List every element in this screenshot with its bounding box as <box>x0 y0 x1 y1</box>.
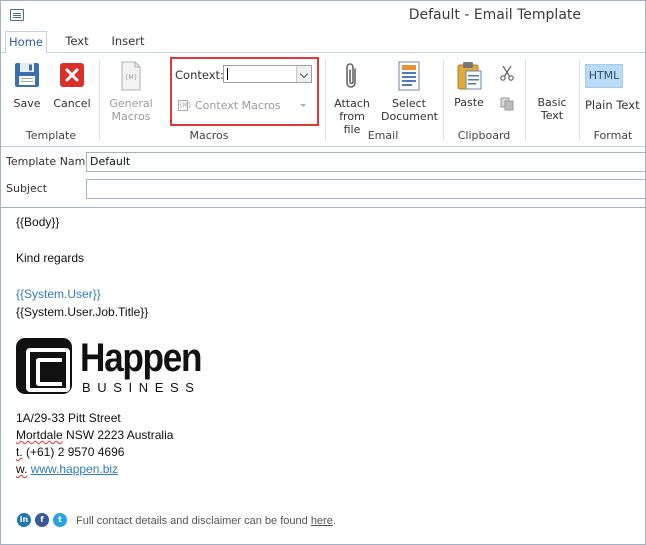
template-name-row: Template Name Default <box>1 150 645 174</box>
system-user-token: {{System.User}} <box>16 287 101 301</box>
ribbon-tabs: Home Text Insert <box>1 31 645 53</box>
footer-end: . <box>332 515 336 527</box>
linkedin-icon[interactable]: in <box>17 513 31 527</box>
subject-row: Subject <box>1 177 645 201</box>
template-name-label: Template Name <box>6 155 93 168</box>
macro-document-icon: {M} <box>121 61 141 91</box>
email-body-editor[interactable]: {{Body}} Kind regards {{System.User}} {{… <box>1 208 645 544</box>
tab-insert[interactable]: Insert <box>105 31 151 53</box>
group-label-template: Template <box>25 129 77 142</box>
ribbon: Save Cancel Template {M} General Macros … <box>1 52 645 147</box>
web-prefix: w. <box>16 462 28 476</box>
ribbon-separator <box>99 59 100 141</box>
ribbon-separator <box>525 59 526 141</box>
copy-button[interactable] <box>498 97 516 114</box>
red-x-icon <box>60 63 84 87</box>
context-label: Context: <box>175 68 224 82</box>
footer-disclaimer: Full contact details and disclaimer can … <box>76 515 336 527</box>
dropdown-arrow-icon <box>300 104 306 107</box>
save-label: Save <box>13 97 41 110</box>
footer-here-link[interactable]: here <box>311 515 333 527</box>
email-template-window: Default - Email Template Home Text Inser… <box>0 0 646 545</box>
basic-text-label-2: Text <box>540 109 564 122</box>
cancel-button[interactable]: Cancel <box>52 61 92 110</box>
save-button[interactable]: Save <box>8 61 46 110</box>
paperclip-icon <box>346 63 356 88</box>
group-label-email: Email <box>367 129 399 142</box>
title-bar: Default - Email Template <box>1 1 645 31</box>
twitter-icon[interactable]: t <box>53 513 67 527</box>
subject-field[interactable] <box>86 179 645 199</box>
cut-button[interactable] <box>497 65 517 84</box>
group-label-macros: Macros <box>189 129 229 142</box>
address-rest: NSW 2223 Australia <box>62 428 174 442</box>
tab-home[interactable]: Home <box>5 31 47 53</box>
select-document-label-2: Document <box>381 110 438 123</box>
plain-text-button[interactable]: Plain Text <box>585 99 645 112</box>
copy-icon <box>500 97 514 111</box>
logo-wordmark: Happen <box>80 336 202 380</box>
context-highlight-box: Context: {M} Context Macros <box>170 57 319 126</box>
tab-text[interactable]: Text <box>57 31 97 53</box>
general-macros-button[interactable]: {M} General Macros <box>105 61 157 123</box>
clipboard-icon <box>457 62 482 90</box>
footer-text: Full contact details and disclaimer can … <box>76 515 311 527</box>
facebook-icon[interactable]: f <box>35 513 49 527</box>
context-macros-label: Context Macros <box>195 99 281 112</box>
phone-number: (+61) 2 9570 4696 <box>22 445 125 459</box>
logo-subtitle: BUSINESS <box>82 380 201 395</box>
web-line: w. www.happen.biz <box>16 462 118 476</box>
body-placeholder: {{Body}} <box>16 215 60 229</box>
macro-icon: {M} <box>178 100 192 111</box>
plain-text-label: Plain Text <box>585 98 640 112</box>
ribbon-separator <box>443 59 444 141</box>
happen-business-logo: Happen BUSINESS <box>16 336 206 398</box>
general-macros-label-1: General <box>109 97 153 110</box>
general-macros-label-2: Macros <box>111 110 151 123</box>
phone-prefix: t. <box>16 445 23 459</box>
phone-line: t. (+61) 2 9570 4696 <box>16 445 124 459</box>
closing-text: Kind regards <box>16 251 85 265</box>
context-combobox[interactable] <box>223 65 312 83</box>
job-title-token: {{System.User.Job.Title}} <box>16 305 149 319</box>
basic-text-button[interactable]: Basic Text <box>531 96 573 122</box>
address-line-2: Mortdale NSW 2223 Australia <box>16 428 173 442</box>
paste-button[interactable]: Paste <box>449 61 489 109</box>
attach-from-file-button[interactable]: Attach from file <box>330 61 374 136</box>
text-caret <box>227 68 228 80</box>
chevron-down-icon[interactable] <box>296 66 311 82</box>
window-title: Default - Email Template <box>408 7 581 23</box>
website-link[interactable]: www.happen.biz <box>31 462 118 476</box>
suburb-text: Mortdale <box>16 428 63 442</box>
ribbon-separator <box>579 59 580 141</box>
document-icon <box>398 61 420 91</box>
ribbon-separator <box>325 59 326 141</box>
template-name-field[interactable]: Default <box>86 152 645 172</box>
group-label-format: Format <box>593 129 633 142</box>
select-document-label-1: Select <box>392 97 426 110</box>
svg-text:{M}: {M} <box>125 74 138 81</box>
paste-label: Paste <box>454 96 484 109</box>
attach-label-1: Attach <box>334 97 370 110</box>
address-line-1: 1A/29-33 Pitt Street <box>16 411 121 425</box>
group-label-clipboard: Clipboard <box>457 129 511 142</box>
happen-logo-icon <box>16 338 72 394</box>
select-document-button[interactable]: Select Document <box>381 61 438 123</box>
floppy-disk-icon <box>15 63 39 87</box>
html-format-button[interactable]: HTML <box>585 64 623 88</box>
subject-label: Subject <box>6 182 48 195</box>
basic-text-label-1: Basic <box>537 96 567 109</box>
cancel-label: Cancel <box>53 97 91 110</box>
scissors-icon <box>500 65 514 81</box>
